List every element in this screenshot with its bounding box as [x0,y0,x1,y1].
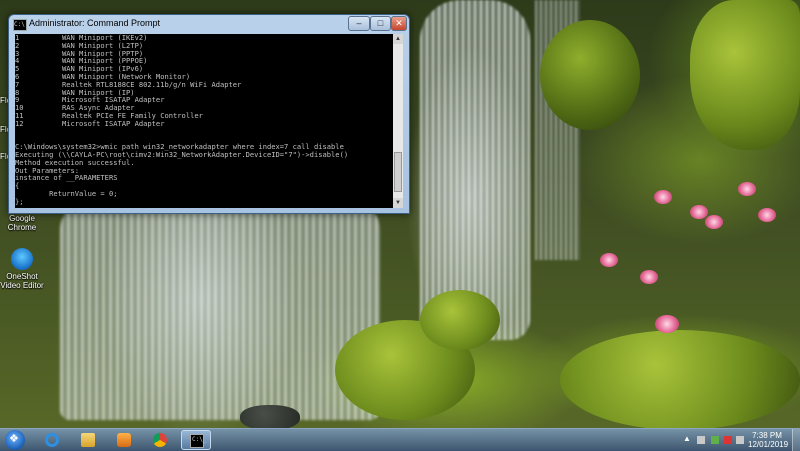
moss-top-right [690,0,800,150]
show-desktop-button[interactable] [792,429,800,451]
flower [738,182,756,196]
flower [690,205,708,219]
taskbar-internet-explorer[interactable] [37,430,67,450]
flower [640,270,658,284]
vertical-scrollbar[interactable]: ▲ ▼ [393,34,403,208]
moss-bank-right [560,330,800,430]
folder-icon [81,433,95,447]
console-line: 12 Microsoft ISATAP Adapter [15,118,165,128]
internet-explorer-icon [45,433,59,447]
flower [705,215,723,229]
moss-top-center [540,20,640,130]
desktop-icon-label: OneShot Video Editor [0,272,44,290]
chrome-icon [153,433,167,447]
console-line: instance of __PARAMETERS [15,173,118,183]
rock [240,405,300,430]
scroll-thumb[interactable] [394,152,402,192]
taskbar-media-player[interactable] [109,430,139,450]
desktop-icon-video-editor[interactable]: OneShot Video Editor [0,248,44,290]
window-title: Administrator: Command Prompt [29,18,161,28]
system-clock[interactable]: 7:38 PM 12/01/2019 [748,431,789,449]
flower [600,253,618,267]
network-icon[interactable] [724,436,732,444]
scroll-up-arrow-icon[interactable]: ▲ [393,34,403,44]
waterfall-left [60,200,380,420]
title-bar[interactable]: C:\ Administrator: Command Prompt – □ ✕ [9,15,409,34]
power-icon[interactable] [711,436,719,444]
taskbar-chrome[interactable] [145,430,175,450]
taskbar-command-prompt[interactable]: C:\_ [181,430,211,450]
console-output[interactable]: 1 WAN Miniport (IKEv2) 2 WAN Miniport (L2… [15,34,393,208]
moss-rock-small [420,290,500,350]
show-hidden-icons-arrow-icon[interactable]: ▲ [683,434,691,443]
start-button[interactable] [5,430,25,450]
waterfall-center [420,0,530,340]
close-button[interactable]: ✕ [391,16,407,31]
clock-date: 12/01/2019 [748,440,789,449]
scroll-down-arrow-icon[interactable]: ▼ [393,198,403,208]
console-line: }; [15,196,24,206]
taskbar: C:\_ ▲ 7:38 PM 12/01/2019 [0,428,800,451]
flower [654,190,672,204]
action-center-flag-icon[interactable] [697,436,705,444]
cmd-icon: C:\_ [190,434,206,448]
command-prompt-window[interactable]: C:\ Administrator: Command Prompt – □ ✕ … [8,14,410,214]
maximize-button[interactable]: □ [370,16,391,31]
video-editor-icon [11,248,33,270]
flower [758,208,776,222]
console-line: ReturnValue = 0; [15,188,118,198]
clock-time: 7:38 PM [752,431,782,440]
flower [655,315,679,333]
media-player-icon [117,433,131,447]
desktop-icon-label: Google Chrome [7,214,37,232]
cmd-icon: C:\ [13,19,27,31]
minimize-button[interactable]: – [348,16,370,31]
volume-icon[interactable] [736,436,744,444]
taskbar-file-explorer[interactable] [73,430,103,450]
